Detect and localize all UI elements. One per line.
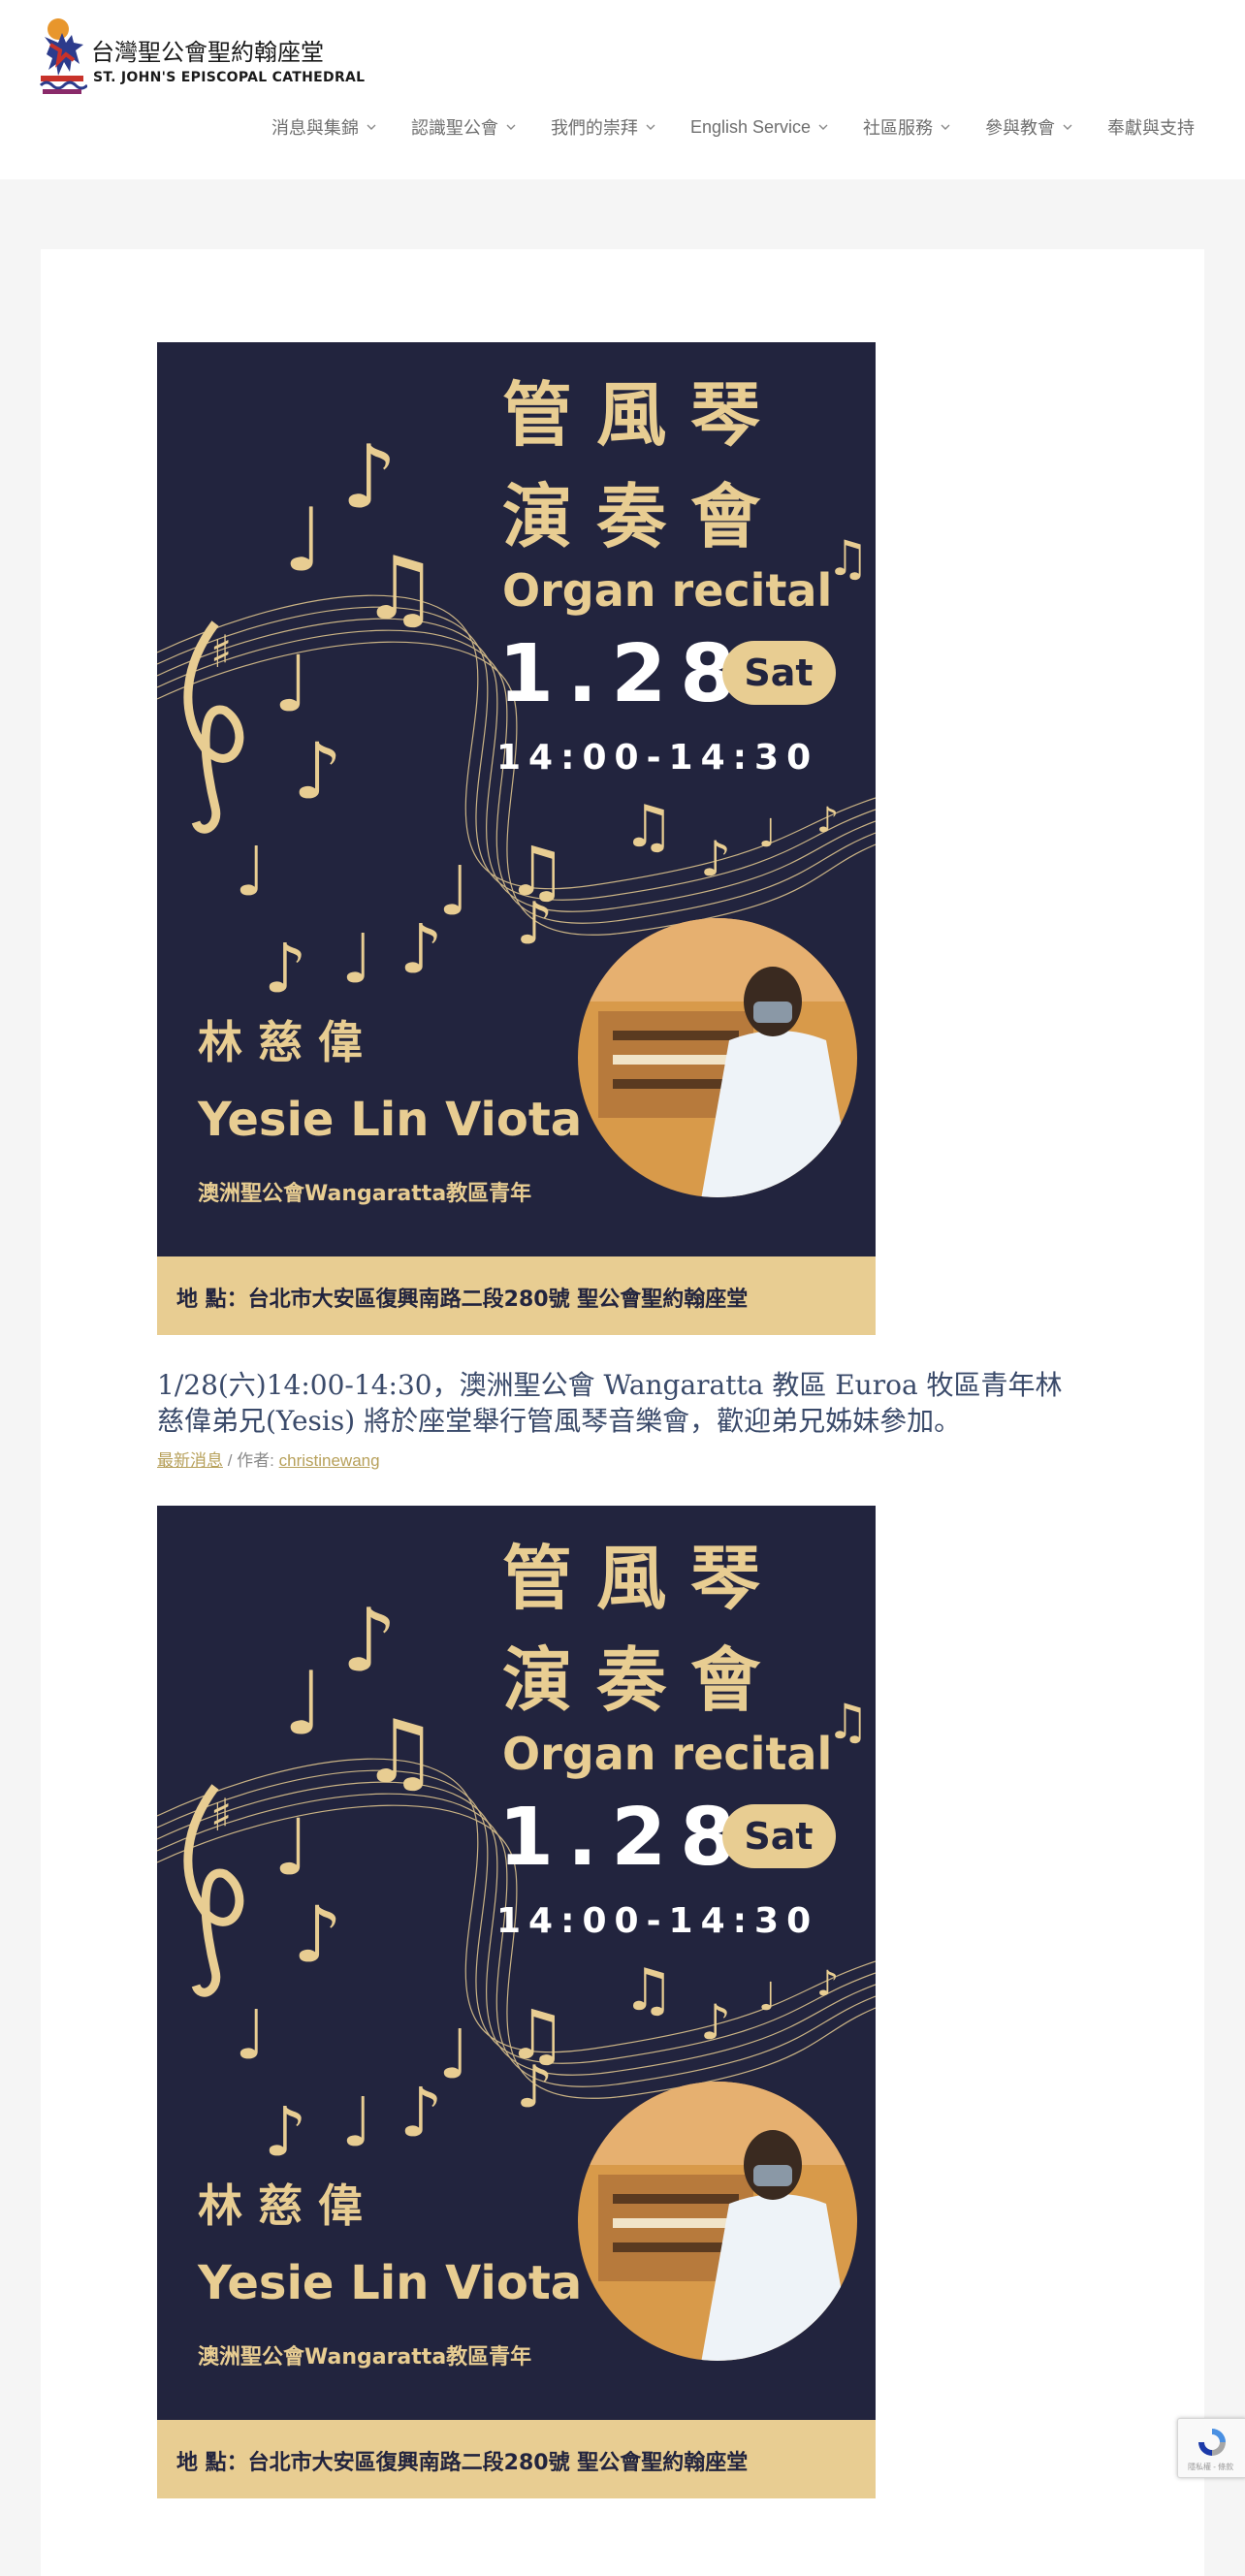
post-title[interactable]: 1/28(六)14:00-14:30，澳洲聖公會 Wangaratta 教區 E… — [157, 1367, 1088, 1439]
chevron-down-icon — [818, 124, 828, 130]
poster-title-line2: 演 奏 會 — [502, 476, 761, 557]
svg-text:♩: ♩ — [273, 639, 310, 729]
poster-performer-zh: 林 慈 偉 — [198, 2179, 363, 2232]
nav-item-label: 參與教會 — [985, 118, 1055, 138]
svg-text:♩: ♩ — [283, 490, 324, 591]
svg-text:♪: ♪ — [816, 801, 839, 841]
svg-text:♯: ♯ — [210, 1789, 232, 1841]
site-name-en: ST. JOHN'S EPISCOPAL CATHEDRAL — [93, 70, 366, 85]
svg-text:♪: ♪ — [399, 2073, 443, 2152]
svg-text:♫: ♫ — [826, 530, 870, 587]
svg-text:♩: ♩ — [235, 832, 267, 911]
organ-recital-poster: ♯ ♩ ♪ ♫ ♩ ♪ ♩ ♪ ♩ ♪ ♩ ♫ ♪ ♫ ♪ ♩ ♪ ♫ 管 風 … — [157, 1506, 876, 2498]
svg-text:♩: ♩ — [273, 1802, 310, 1892]
poster-performer-en: Yesie Lin Viota — [197, 2256, 582, 2310]
nav-item-label: English Service — [689, 116, 811, 137]
poster-performer-desc: 澳洲聖公會Wangaratta教區青年 — [198, 2344, 531, 2369]
svg-text:♪: ♪ — [816, 1964, 839, 2004]
nav-item-label: 社區服務 — [863, 118, 933, 138]
poster-subtitle: Organ recital — [502, 564, 832, 617]
nav-item-news[interactable]: 消息與集錦 — [271, 114, 376, 140]
poster-performer-desc: 澳洲聖公會Wangaratta教區青年 — [198, 1181, 531, 1206]
poster-time: 14:00-14:30 — [496, 1901, 818, 1941]
nav-item-label: 認識聖公會 — [410, 118, 498, 138]
site-header: 台灣聖公會聖約翰座堂 ST. JOHN'S EPISCOPAL CATHEDRA… — [0, 0, 1245, 179]
svg-text:♫: ♫ — [361, 538, 439, 640]
nav-item-label: 消息與集錦 — [271, 118, 359, 138]
poster-date: 1.28 — [498, 628, 749, 720]
poster-performer-en: Yesie Lin Viota — [197, 1093, 582, 1147]
svg-text:♫: ♫ — [361, 1701, 439, 1803]
nav-item-worship[interactable]: 我們的崇拜 — [551, 114, 655, 140]
nav-item-participate[interactable]: 參與教會 — [985, 114, 1072, 140]
nav-item-about[interactable]: 認識聖公會 — [411, 114, 516, 140]
chevron-down-icon — [646, 124, 655, 130]
post-author-prefix: / 作者: — [223, 1451, 279, 1470]
svg-text:♪: ♪ — [293, 726, 342, 816]
svg-text:♯: ♯ — [210, 625, 232, 678]
organ-recital-poster: ♯ ♩ ♪ ♫ ♩ ♪ ♩ ♪ ♩ ♪ ♩ ♫ ♪ ♫ ♪ ♩ ♪ ♫ 管 風 … — [157, 342, 876, 1335]
svg-text:♪: ♪ — [341, 1590, 397, 1692]
svg-text:♪: ♪ — [341, 427, 397, 528]
svg-text:♩: ♩ — [438, 851, 470, 931]
poster-date: 1.28 — [498, 1792, 749, 1884]
svg-text:♩: ♩ — [235, 1995, 267, 2075]
poster-subtitle: Organ recital — [502, 1728, 832, 1780]
poster-day: Sat — [744, 1815, 813, 1858]
main-nav: 消息與集錦 認識聖公會 我們的崇拜 English Service 社區服務 參… — [237, 114, 1195, 140]
poster-title-line1: 管 風 琴 — [502, 374, 760, 456]
svg-text:♪: ♪ — [516, 2053, 553, 2121]
svg-text:♪: ♪ — [516, 890, 553, 958]
post-meta: 最新消息 / 作者: christinewang — [157, 1447, 380, 1471]
poster-location: 地 點：台北市大安區復興南路二段280號 聖公會聖約翰座堂 — [176, 2450, 748, 2475]
chevron-down-icon — [506, 124, 516, 130]
svg-text:♫: ♫ — [622, 793, 675, 861]
svg-text:♪: ♪ — [700, 831, 731, 887]
svg-text:♪: ♪ — [700, 1994, 731, 2051]
post-category-link[interactable]: 最新消息 — [157, 1451, 223, 1470]
chevron-down-icon — [367, 124, 376, 130]
svg-text:♫: ♫ — [622, 1956, 675, 2024]
post-author-link[interactable]: christinewang — [279, 1451, 380, 1470]
svg-text:♫: ♫ — [826, 1694, 870, 1750]
nav-item-giving[interactable]: 奉獻與支持 — [1107, 114, 1195, 140]
nav-item-label: 我們的崇拜 — [550, 118, 638, 138]
event-poster-image[interactable]: ♯ ♩ ♪ ♫ ♩ ♪ ♩ ♪ ♩ ♪ ♩ ♫ ♪ ♫ ♪ ♩ ♪ ♫ 管 風 … — [157, 342, 876, 1335]
poster-title-line1: 管 風 琴 — [502, 1538, 760, 1619]
svg-text:♩: ♩ — [341, 919, 373, 999]
recaptcha-terms[interactable]: 隱私權 - 條款 — [1188, 2462, 1233, 2472]
site-logo[interactable]: 台灣聖公會聖約翰座堂 ST. JOHN'S EPISCOPAL CATHEDRA… — [37, 16, 365, 97]
poster-time: 14:00-14:30 — [496, 738, 818, 778]
poster-day: Sat — [744, 652, 813, 694]
nav-item-community[interactable]: 社區服務 — [863, 114, 950, 140]
cathedral-logo-icon — [39, 18, 87, 94]
event-poster-image-body[interactable]: ♯ ♩ ♪ ♫ ♩ ♪ ♩ ♪ ♩ ♪ ♩ ♫ ♪ ♫ ♪ ♩ ♪ ♫ 管 風 … — [157, 1506, 876, 2498]
svg-text:♩: ♩ — [758, 811, 777, 856]
recaptcha-badge[interactable]: 隱私權 - 條款 — [1177, 2418, 1245, 2478]
svg-text:♩: ♩ — [758, 1975, 777, 2019]
svg-text:♪: ♪ — [399, 909, 443, 989]
poster-performer-zh: 林 慈 偉 — [198, 1016, 363, 1068]
nav-item-english-service[interactable]: English Service — [690, 114, 828, 140]
svg-text:♪: ♪ — [264, 929, 307, 1008]
chevron-down-icon — [941, 124, 950, 130]
recaptcha-icon — [1198, 2429, 1226, 2456]
svg-text:♩: ♩ — [438, 2015, 470, 2094]
svg-text:♪: ♪ — [293, 1890, 342, 1980]
svg-text:♩: ♩ — [283, 1653, 324, 1755]
svg-text:♩: ♩ — [341, 2083, 373, 2162]
poster-title-line2: 演 奏 會 — [502, 1639, 761, 1721]
svg-text:♪: ♪ — [264, 2092, 307, 2172]
site-name-zh: 台灣聖公會聖約翰座堂 — [91, 39, 324, 66]
poster-location: 地 點：台北市大安區復興南路二段280號 聖公會聖約翰座堂 — [176, 1287, 748, 1312]
chevron-down-icon — [1063, 124, 1072, 130]
nav-item-label: 奉獻與支持 — [1107, 118, 1195, 138]
